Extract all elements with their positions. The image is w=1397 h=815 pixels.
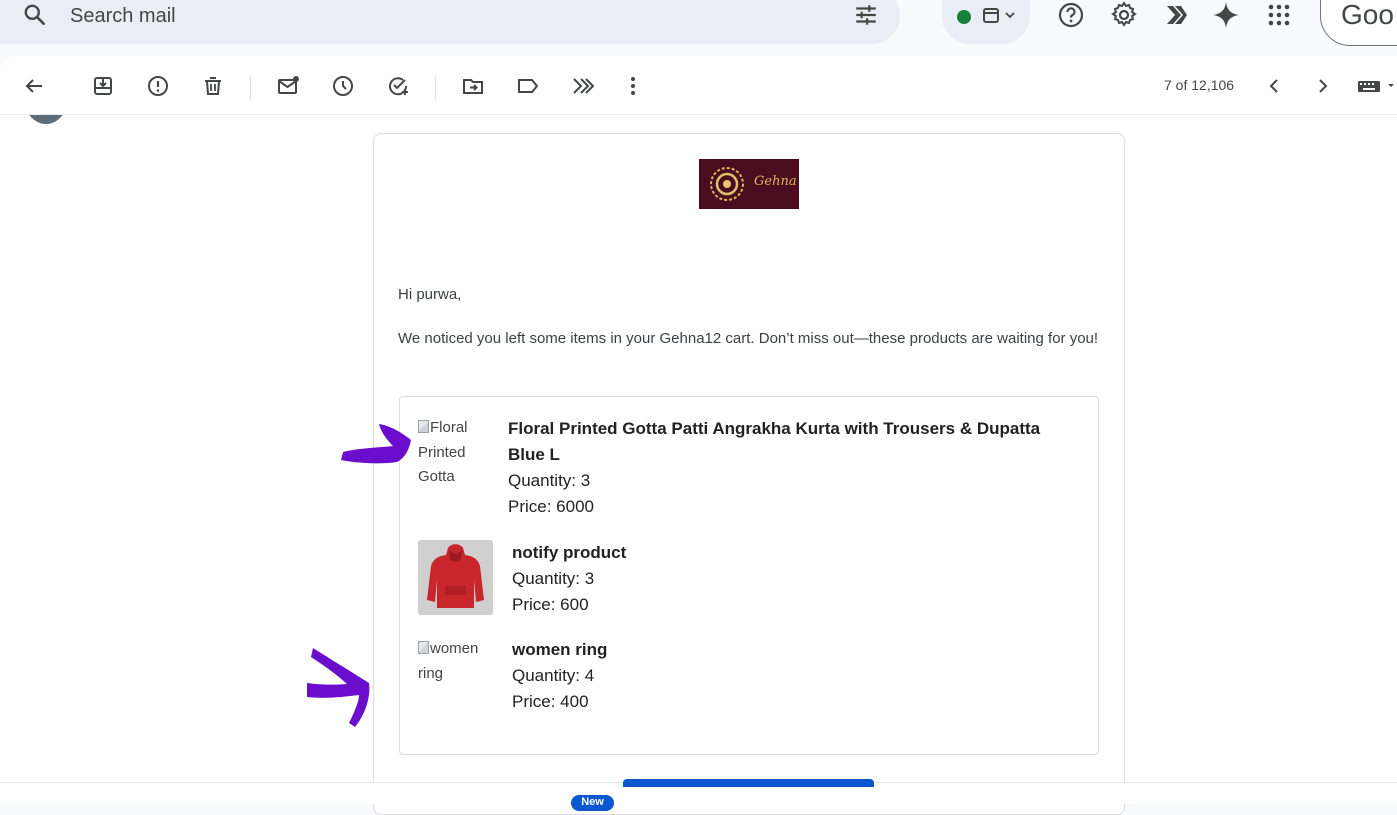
product-quantity: Quantity: 3 xyxy=(512,569,595,588)
search-icon[interactable] xyxy=(22,2,48,28)
delete-trash-icon[interactable] xyxy=(201,74,225,98)
cart-message: We noticed you left some items in your G… xyxy=(398,330,1099,347)
mark-unread-icon[interactable] xyxy=(276,74,300,98)
product-quantity: Quantity: 4 xyxy=(512,666,595,685)
product-image-broken[interactable]: women ring xyxy=(418,637,498,686)
product-quantity: Quantity: 3 xyxy=(508,471,591,490)
toolbar-divider xyxy=(435,76,436,100)
product-price: Price: 600 xyxy=(512,595,589,614)
search-bar[interactable]: Search mail xyxy=(0,0,900,44)
red-hoodie-image xyxy=(418,540,493,615)
report-spam-icon[interactable] xyxy=(146,74,170,98)
apps-grid-icon[interactable] xyxy=(1264,0,1294,30)
input-tools-keyboard-icon[interactable] xyxy=(1356,74,1396,98)
product-thumbnail-hoodie[interactable] xyxy=(418,540,493,615)
calendar-chevron-icon xyxy=(983,8,1015,23)
list-item: Floral Printed Gotta Patti Angrakha Kurt… xyxy=(508,416,1078,520)
message-toolbar: 7 of 12,106 xyxy=(0,56,1397,115)
status-selector[interactable] xyxy=(942,0,1030,44)
list-item: notify product Quantity: 3 Price: 600 xyxy=(512,540,912,618)
toolbar-divider xyxy=(250,76,251,100)
status-dot xyxy=(957,10,971,24)
back-arrow-icon[interactable] xyxy=(22,74,46,98)
filter-options-icon[interactable] xyxy=(852,2,880,28)
cta-button[interactable] xyxy=(623,779,874,787)
create-filter-icon[interactable] xyxy=(571,74,595,98)
brand-logo: Gehna xyxy=(699,159,799,209)
annotation-arrow-icon xyxy=(341,424,411,464)
gemini-extension-icon[interactable] xyxy=(1161,0,1191,30)
more-options-icon[interactable] xyxy=(621,74,645,98)
pagination-count: 7 of 12,106 xyxy=(1164,77,1235,93)
mandala-logo-icon xyxy=(710,167,744,201)
snooze-clock-icon[interactable] xyxy=(331,74,355,98)
previous-chevron-icon[interactable] xyxy=(1262,74,1286,98)
search-input[interactable]: Search mail xyxy=(70,5,176,28)
next-chevron-icon[interactable] xyxy=(1311,74,1335,98)
product-price: Price: 400 xyxy=(512,692,589,711)
help-icon[interactable] xyxy=(1056,0,1086,30)
add-to-tasks-icon[interactable] xyxy=(386,74,410,98)
settings-gear-icon[interactable] xyxy=(1109,0,1139,30)
list-item: women ring Quantity: 4 Price: 400 xyxy=(512,637,912,715)
account-logo-text: Goo xyxy=(1341,0,1394,30)
label-tag-icon[interactable] xyxy=(516,74,540,98)
move-to-icon[interactable] xyxy=(461,74,485,98)
logo-wordmark: Gehna xyxy=(754,174,797,189)
new-badge: New xyxy=(571,795,614,811)
product-name: notify product xyxy=(512,543,627,562)
broken-image-icon xyxy=(418,420,429,433)
product-image-broken[interactable]: Floral Printed Gotta xyxy=(418,416,498,490)
annotation-arrow-icon xyxy=(307,648,370,727)
gemini-sparkle-icon[interactable] xyxy=(1211,0,1241,30)
archive-icon[interactable] xyxy=(91,74,115,98)
product-name: women ring xyxy=(512,640,608,659)
product-price: Price: 6000 xyxy=(508,497,594,516)
account-button[interactable]: Goo xyxy=(1320,0,1397,46)
broken-image-icon xyxy=(418,641,429,654)
product-name: Floral Printed Gotta Patti Angrakha Kurt… xyxy=(508,419,1041,464)
greeting-text: Hi purwa, xyxy=(398,286,462,303)
